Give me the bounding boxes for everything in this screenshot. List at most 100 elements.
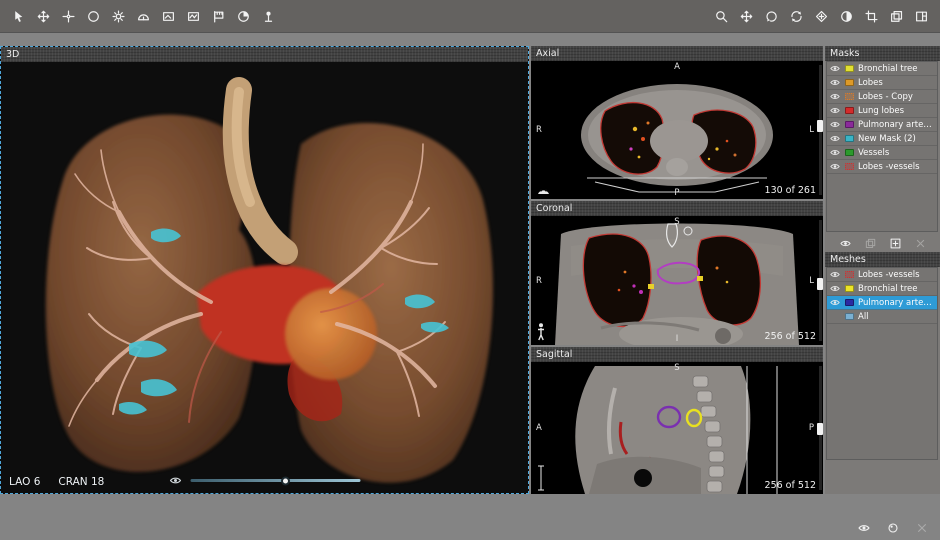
reset-view-icon[interactable] (788, 8, 805, 25)
sagittal-orientation-left: A (536, 423, 542, 433)
toolbar-left-group (10, 8, 277, 25)
eye-icon[interactable] (830, 149, 841, 156)
fit-view-icon[interactable] (813, 8, 830, 25)
crosshair-move-icon[interactable] (60, 8, 77, 25)
contrast-icon[interactable] (838, 8, 855, 25)
mask-label: Bronchial tree (858, 64, 918, 74)
axial-orientation-bottom: P (674, 188, 679, 198)
eye-icon[interactable] (855, 520, 872, 537)
zoom-magnifier-icon[interactable] (713, 8, 730, 25)
mask-color-swatch[interactable] (845, 149, 854, 156)
mask-row[interactable]: Pulmonary arteries (827, 118, 937, 132)
eye-icon[interactable] (838, 236, 852, 250)
coronal-orientation-top: S (674, 217, 679, 227)
axial-view[interactable]: A R L P 130 of 261 (531, 61, 823, 199)
mask-row[interactable]: Lobes - Copy (827, 90, 937, 104)
eye-icon[interactable] (830, 107, 841, 114)
mesh-row[interactable]: All (827, 310, 937, 324)
axial-slice-image (531, 61, 823, 199)
patient-standing-icon (537, 323, 545, 341)
crop-icon[interactable] (863, 8, 880, 25)
mesh-color-swatch[interactable] (845, 299, 854, 306)
mask-label: Lobes - Copy (858, 92, 913, 102)
mesh-color-swatch[interactable] (845, 313, 854, 320)
mask-color-swatch[interactable] (845, 93, 854, 100)
sagittal-view[interactable]: S A P 256 of 512 (531, 362, 823, 494)
mesh-color-swatch[interactable] (845, 285, 854, 292)
eye-icon[interactable] (830, 79, 841, 86)
eye-icon[interactable] (830, 285, 841, 292)
rotate-view-icon[interactable] (763, 8, 780, 25)
settings-gear-icon[interactable] (110, 8, 127, 25)
view-3d-header: 3D (1, 47, 528, 62)
axial-header: Axial (531, 46, 823, 61)
pin-marker-icon[interactable] (260, 8, 277, 25)
mask-color-swatch[interactable] (845, 65, 854, 72)
mask-row[interactable]: Bronchial tree (827, 62, 937, 76)
mask-color-swatch[interactable] (845, 79, 854, 86)
add-box-icon[interactable] (888, 236, 902, 250)
circle-select-icon[interactable] (85, 8, 102, 25)
eye-icon[interactable] (830, 93, 841, 100)
mesh-row[interactable]: Pulmonary arteries (827, 296, 937, 310)
axial-orientation-right: L (809, 125, 814, 135)
axial-orientation-left: R (536, 125, 542, 135)
eye-icon[interactable] (169, 476, 181, 485)
sphere-view-icon[interactable] (235, 8, 252, 25)
coronal-header: Coronal (531, 201, 823, 216)
opacity-slider-handle[interactable] (281, 476, 290, 485)
select-pointer-icon[interactable] (10, 8, 27, 25)
duplicate-icon (863, 236, 877, 250)
coronal-scrollbar-handle[interactable] (817, 278, 823, 290)
mesh-label: Lobes -vessels (858, 270, 920, 280)
delete-icon (913, 520, 930, 537)
mask-color-swatch[interactable] (845, 163, 854, 170)
eye-icon[interactable] (830, 65, 841, 72)
smooth-icon[interactable] (884, 520, 901, 537)
image-window-icon[interactable] (160, 8, 177, 25)
mesh-row[interactable]: Bronchial tree (827, 282, 937, 296)
coronal-scrollbar[interactable] (819, 220, 822, 341)
window-level-icon[interactable] (185, 8, 202, 25)
measure-flag-icon[interactable] (210, 8, 227, 25)
sagittal-scrollbar-handle[interactable] (817, 423, 823, 435)
layout-grid-icon[interactable] (913, 8, 930, 25)
pan-view-icon[interactable] (738, 8, 755, 25)
sagittal-scrollbar[interactable] (819, 366, 822, 490)
mask-label: Lobes (858, 78, 883, 88)
eye-icon[interactable] (830, 163, 841, 170)
axial-panel: Axial A R L P 130 of 261 (531, 46, 823, 199)
mask-row[interactable]: Lobes -vessels (827, 160, 937, 174)
mask-color-swatch[interactable] (845, 121, 854, 128)
masks-list: Bronchial tree Lobes Lobes - Copy Lung lobe… (826, 61, 938, 232)
mask-row[interactable]: New Mask (2) (827, 132, 937, 146)
delete-icon (913, 236, 927, 250)
mesh-label: All (858, 312, 869, 322)
eye-icon[interactable] (830, 135, 841, 142)
pan-icon[interactable] (35, 8, 52, 25)
mask-color-swatch[interactable] (845, 107, 854, 114)
mesh-color-swatch[interactable] (845, 271, 854, 278)
axial-scrollbar-handle[interactable] (817, 120, 823, 132)
lao-value: LAO 6 (9, 476, 40, 488)
mesh-row[interactable]: Lobes -vessels (827, 268, 937, 282)
copy-view-icon[interactable] (888, 8, 905, 25)
view-3d-canvas[interactable]: LAO 6 CRAN 18 (1, 62, 528, 493)
axial-scrollbar[interactable] (819, 65, 822, 195)
protractor-icon[interactable] (135, 8, 152, 25)
mask-label: Lung lobes (858, 106, 904, 116)
mask-row[interactable]: Lobes (827, 76, 937, 90)
coronal-slice-counter: 256 of 512 (765, 331, 816, 342)
eye-icon[interactable] (830, 271, 841, 278)
mask-color-swatch[interactable] (845, 135, 854, 142)
coronal-view[interactable]: S R L I 256 of 512 (531, 216, 823, 345)
opacity-slider-track[interactable] (190, 479, 360, 482)
meshes-list: Lobes -vessels Bronchial treePulmonary ar… (826, 267, 938, 460)
sagittal-orientation-top: S (674, 363, 679, 373)
coronal-orientation-bottom: I (676, 334, 679, 344)
cran-value: CRAN 18 (58, 476, 104, 488)
mask-row[interactable]: Vessels (827, 146, 937, 160)
eye-icon[interactable] (830, 299, 841, 306)
mask-row[interactable]: Lung lobes (827, 104, 937, 118)
eye-icon[interactable] (830, 121, 841, 128)
